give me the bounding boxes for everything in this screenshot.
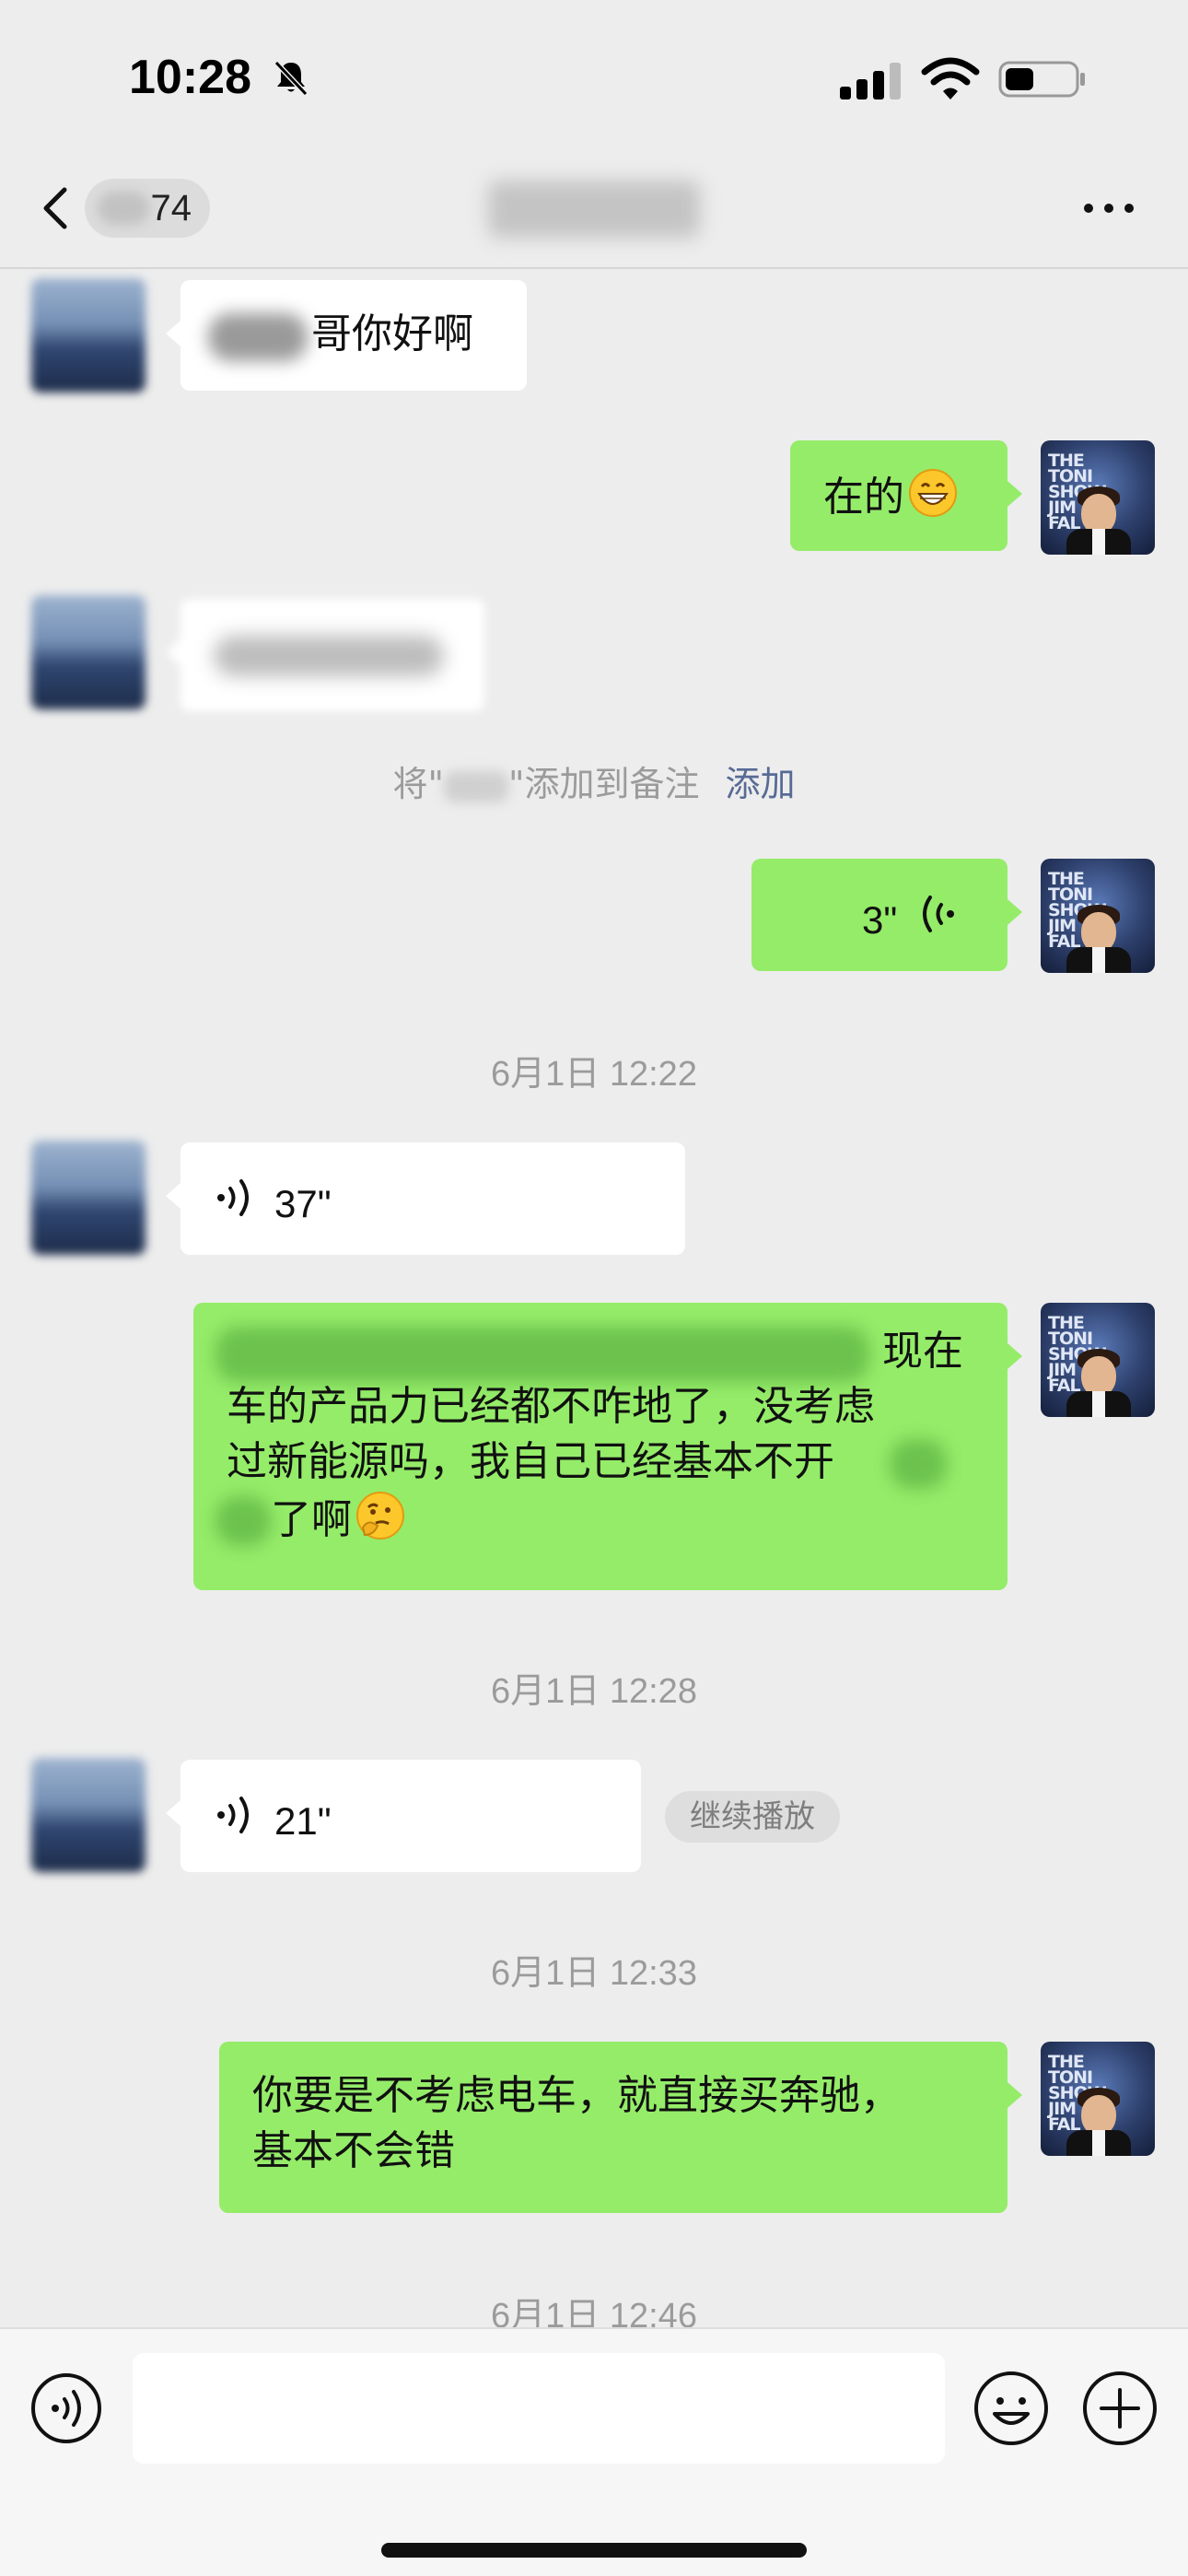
system-tip-suffix: "添加到备注 <box>507 764 700 804</box>
status-bar: 10:28 <box>0 0 1188 147</box>
plus-icon[interactable] <box>1081 2370 1159 2447</box>
home-indicator[interactable] <box>381 2543 807 2558</box>
status-time: 10:28 <box>129 51 251 104</box>
self-avatar[interactable]: THE TONI SHOW JIM FAL <box>1041 1303 1155 1417</box>
avatar-shirt <box>1092 529 1105 555</box>
message-bubble-sent[interactable]: 在的 <box>790 440 1022 551</box>
more-icon[interactable] <box>1079 193 1138 223</box>
self-avatar[interactable]: THE TONI SHOW JIM FAL <box>1041 440 1155 555</box>
thinking-emoji-icon <box>356 1492 404 1540</box>
avatar-shirt <box>1092 2130 1105 2156</box>
system-tip: 将" "添加到备注 添加 <box>0 755 1188 806</box>
battery-icon <box>998 61 1085 98</box>
blurred-region <box>214 636 444 676</box>
message-text: 哥你好啊 <box>311 310 473 357</box>
avatar-shirt <box>1092 947 1105 973</box>
blurred-region <box>443 770 508 802</box>
input-bar <box>0 2327 1188 2576</box>
message-bubble-sent[interactable]: 你要是不考虑电车，就直接买奔驰， 基本不会错 <box>219 2042 1022 2213</box>
message-bubble-sent[interactable]: 现在 车的产品力已经都不咋地了，没考虑 过新能源吗，我自己已经基本不开 了啊 <box>193 1303 1022 1590</box>
emoji-icon[interactable] <box>973 2370 1050 2447</box>
self-avatar[interactable]: THE TONI SHOW JIM FAL <box>1041 2042 1155 2156</box>
blurred-region <box>890 1439 947 1489</box>
unread-count-badge[interactable]: 74 <box>85 179 210 238</box>
continue-play-button[interactable]: 继续播放 <box>665 1791 840 1843</box>
add-remark-link[interactable]: 添加 <box>725 764 795 804</box>
voice-duration: 21" <box>274 1799 332 1843</box>
contact-avatar[interactable] <box>31 1141 146 1255</box>
blurred-region <box>215 1496 271 1546</box>
voice-duration: 3" <box>862 898 898 942</box>
timestamp: 6月1日 12:33 <box>491 1954 697 1993</box>
system-tip-prefix: 将" <box>392 764 444 804</box>
voice-duration: 37" <box>274 1182 332 1225</box>
message-bubble-received-blurred[interactable] <box>166 599 484 711</box>
voice-wave-icon <box>217 1179 249 1216</box>
voice-message-sent[interactable]: 3" <box>751 859 1022 971</box>
message-text-line: 了啊 <box>271 1496 352 1543</box>
chat-nav-bar: 74 <box>0 147 1188 269</box>
message-text: 在的 <box>823 474 904 521</box>
message-text-line: 过新能源吗，我自己已经基本不开 <box>227 1438 834 1485</box>
message-text-line: 基本不会错 <box>252 2127 455 2174</box>
message-text-line: 你要是不考虑电车，就直接买奔驰， <box>252 2072 901 2119</box>
message-text-line: 现在 <box>882 1328 963 1375</box>
signal-icon <box>840 63 901 100</box>
voice-message-received[interactable]: 21" <box>166 1760 641 1872</box>
voice-wave-icon <box>923 896 954 932</box>
voice-message-received[interactable]: 37" <box>166 1142 685 1255</box>
voice-wave-icon <box>217 1797 249 1833</box>
wifi-icon <box>921 57 980 100</box>
unread-count: 74 <box>150 188 192 228</box>
bell-muted-icon <box>274 60 309 97</box>
avatar-shirt <box>1092 1391 1105 1417</box>
self-avatar[interactable]: THE TONI SHOW JIM FAL <box>1041 859 1155 973</box>
blurred-region <box>98 192 149 225</box>
voice-input-icon[interactable] <box>29 2371 103 2445</box>
message-text-line: 车的产品力已经都不咋地了，没考虑 <box>227 1383 875 1430</box>
timestamp: 6月1日 12:22 <box>491 1055 697 1094</box>
contact-avatar[interactable] <box>31 1758 146 1872</box>
blurred-region <box>208 313 308 361</box>
grinning-emoji-icon <box>909 469 957 517</box>
back-icon[interactable] <box>39 184 72 232</box>
message-input[interactable] <box>133 2353 945 2464</box>
message-bubble-received[interactable]: 哥你好啊 <box>166 280 527 391</box>
chat-title-blurred <box>488 181 700 238</box>
contact-avatar[interactable] <box>31 595 146 709</box>
blurred-region <box>215 1327 869 1382</box>
timestamp: 6月1日 12:28 <box>491 1672 697 1711</box>
contact-avatar[interactable] <box>31 278 146 392</box>
